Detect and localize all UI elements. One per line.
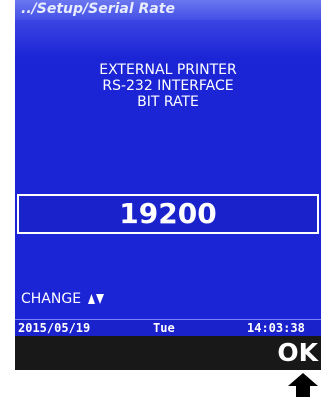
title-bar: ../Setup/Serial Rate — [15, 0, 321, 20]
up-down-arrows-icon — [88, 294, 105, 304]
setting-heading: EXTERNAL PRINTER RS-232 INTERFACE BIT RA… — [15, 62, 321, 110]
heading-line-1: EXTERNAL PRINTER — [99, 62, 237, 78]
heading-line-3: BIT RATE — [137, 94, 199, 110]
heading-line-2: RS-232 INTERFACE — [102, 78, 234, 94]
status-bar: 2015/05/19 Tue 14:03:38 — [15, 319, 321, 336]
softkey-bar: OK — [15, 336, 321, 370]
bit-rate-value: 19200 — [119, 197, 217, 230]
change-label: CHANGE — [21, 291, 82, 307]
status-date: 2015/05/19 — [18, 321, 91, 335]
bit-rate-value-field[interactable]: 19200 — [17, 194, 319, 234]
status-time: 14:03:38 — [247, 321, 305, 335]
change-hint[interactable]: CHANGE — [21, 291, 105, 307]
ok-softkey-label[interactable]: OK — [277, 338, 318, 367]
breadcrumb-path: ../Setup/Serial Rate — [21, 1, 175, 17]
header-gloss — [15, 20, 321, 58]
device-screen: ../Setup/Serial Rate EXTERNAL PRINTER RS… — [15, 0, 321, 370]
status-day: Tue — [153, 321, 175, 335]
